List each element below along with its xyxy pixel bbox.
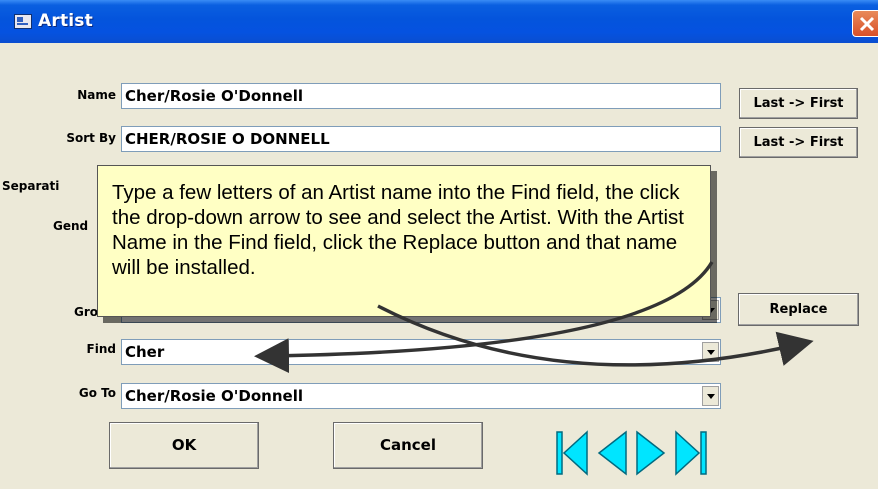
- annotation-arrows: [254, 261, 814, 374]
- arrow-to-replace: [377, 304, 814, 367]
- arrow-to-find: [254, 261, 714, 374]
- artist-dialog: Artist Name Cher/Rosie O'Donnell Last ->…: [0, 0, 878, 489]
